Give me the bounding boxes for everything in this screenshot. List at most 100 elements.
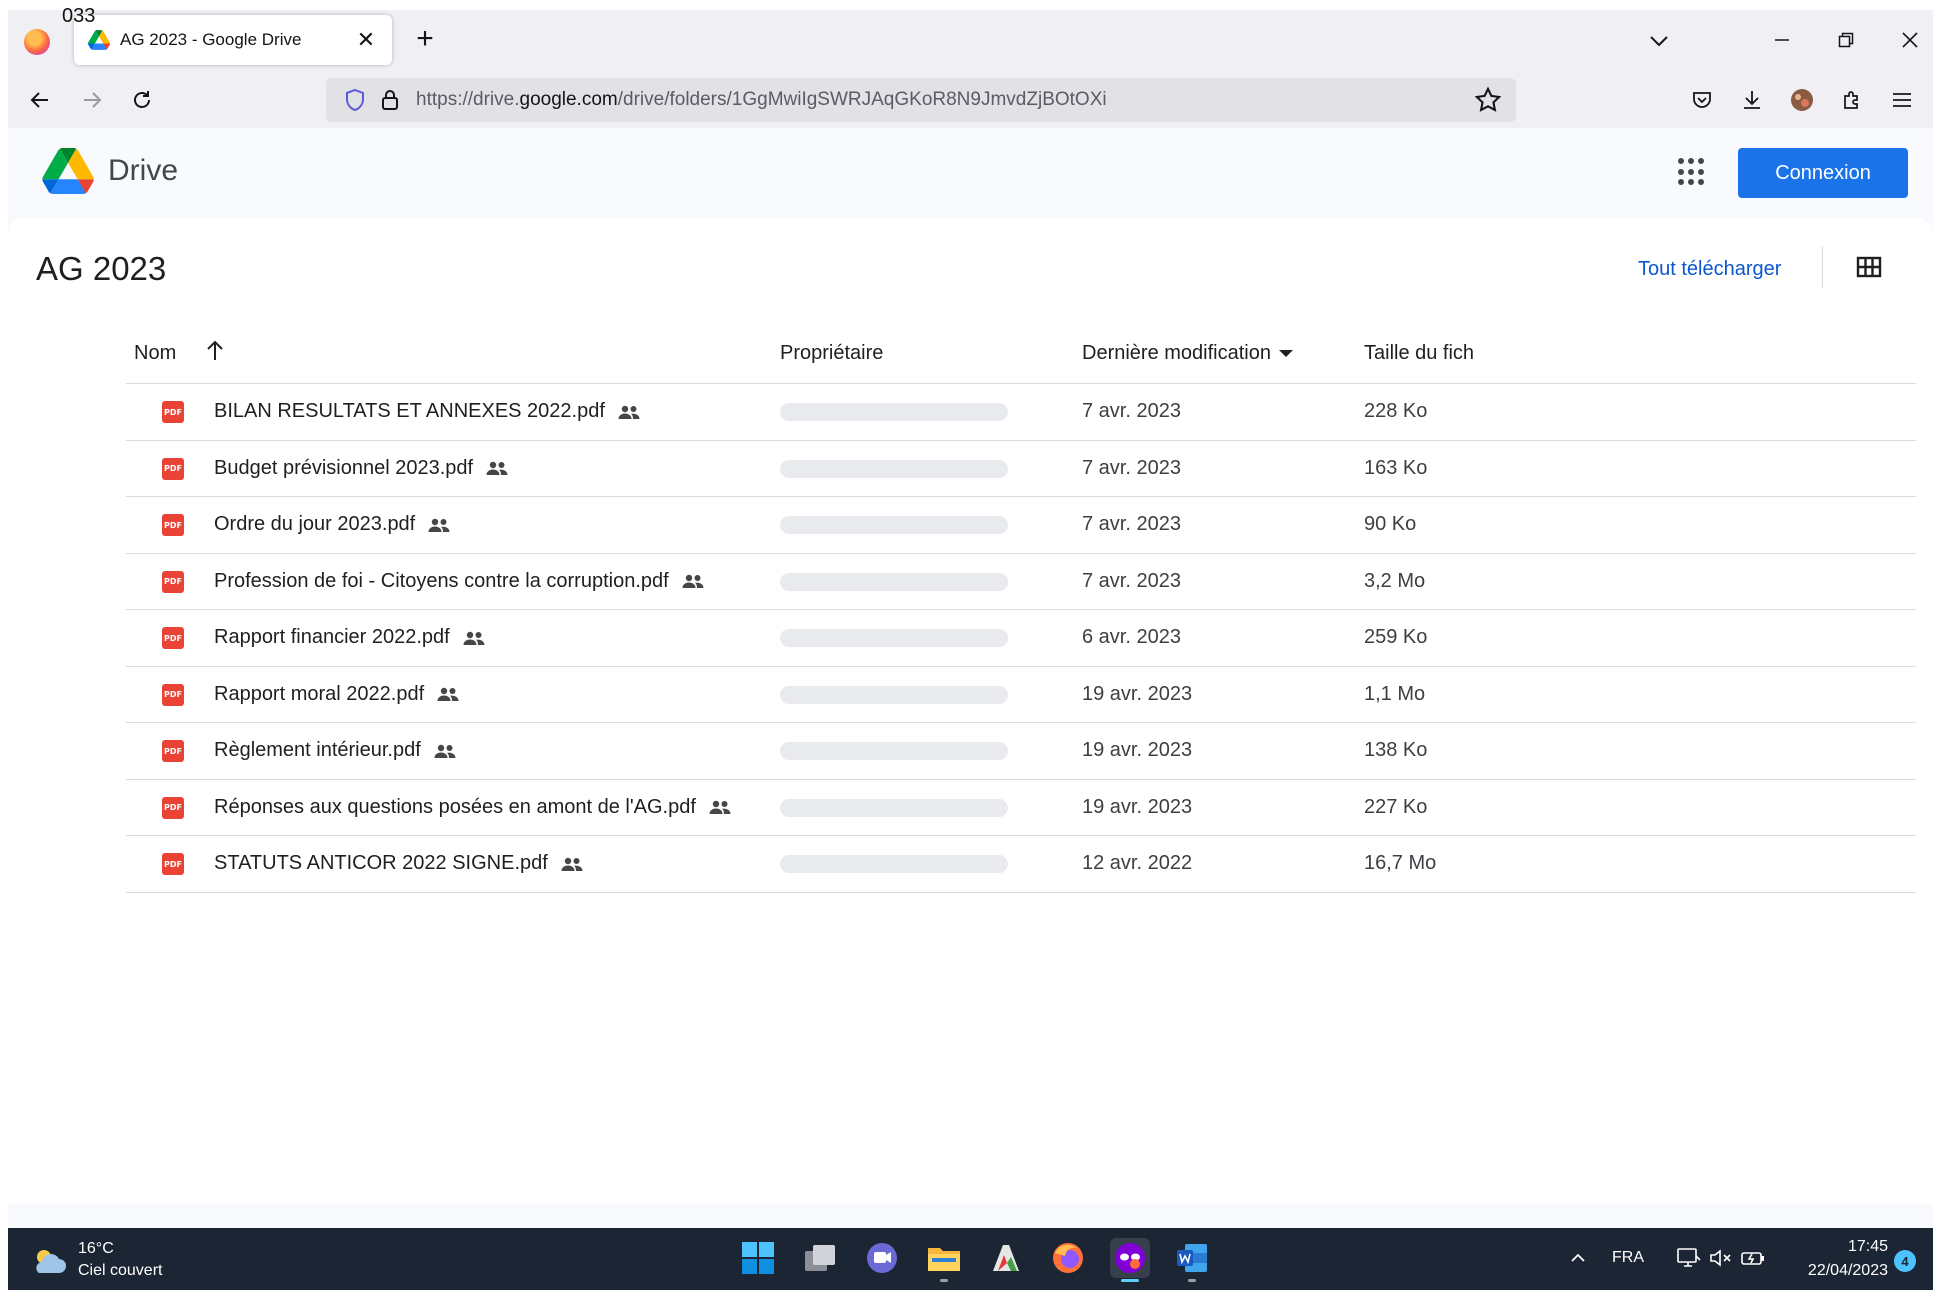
owner-placeholder — [780, 798, 1008, 817]
windows-taskbar: 16°C Ciel couvert FRA 17:45 22/04/2023 4 — [8, 1228, 1933, 1290]
column-header-owner[interactable]: Propriétaire — [780, 342, 883, 365]
file-row[interactable]: PDF Rapport financier 2022.pdf 6 avr. 20… — [126, 610, 1916, 667]
file-row[interactable]: PDF Règlement intérieur.pdf 19 avr. 2023… — [126, 723, 1916, 780]
network-icon[interactable] — [1676, 1246, 1702, 1270]
modified-date: 6 avr. 2023 — [1082, 626, 1181, 648]
column-header-size[interactable]: Taille du fich — [1364, 342, 1474, 365]
pocket-icon — [1693, 92, 1711, 108]
star-icon[interactable] — [1474, 86, 1502, 114]
navigation-bar: https://drive.google.com/drive/folders/1… — [8, 72, 1933, 128]
language-indicator[interactable]: FRA — [1612, 1249, 1644, 1267]
forward-button[interactable] — [72, 80, 112, 120]
owner-placeholder — [780, 572, 1008, 591]
downloads-button[interactable] — [1734, 82, 1770, 118]
account-button[interactable] — [1784, 82, 1820, 118]
file-row[interactable]: PDF Rapport moral 2022.pdf 19 avr. 2023 … — [126, 667, 1916, 723]
file-name-label: Réponses aux questions posées en amont d… — [214, 795, 696, 818]
word-button[interactable] — [1172, 1238, 1212, 1282]
reload-button[interactable] — [122, 80, 162, 120]
active-tab[interactable]: AG 2023 - Google Drive ✕ — [74, 15, 392, 65]
file-name[interactable]: Règlement intérieur.pdf — [214, 739, 457, 762]
owner-placeholder — [780, 629, 1008, 647]
back-button[interactable] — [20, 80, 60, 120]
start-icon — [742, 1242, 774, 1274]
file-row[interactable]: PDF STATUTS ANTICOR 2022 SIGNE.pdf 12 av… — [126, 836, 1916, 893]
battery-charging-icon[interactable] — [1740, 1246, 1766, 1270]
url-text[interactable]: https://drive.google.com/drive/folders/1… — [416, 89, 1474, 111]
teams-chat-button[interactable] — [862, 1238, 902, 1278]
file-row[interactable]: PDF BILAN RESULTATS ET ANNEXES 2022.pdf … — [126, 384, 1916, 441]
sort-arrow-up-icon[interactable] — [204, 338, 226, 364]
clock-time[interactable]: 17:45 — [1778, 1238, 1888, 1256]
chevron-down-icon[interactable] — [1644, 26, 1674, 56]
pdf-app-icon — [993, 1245, 1019, 1271]
restore-icon — [1838, 32, 1854, 48]
file-name[interactable]: Rapport financier 2022.pdf — [214, 626, 486, 649]
weather-description[interactable]: Ciel couvert — [78, 1262, 162, 1280]
close-tab-icon[interactable]: ✕ — [354, 27, 378, 53]
lock-icon[interactable] — [380, 88, 400, 112]
owner-placeholder — [780, 516, 1008, 534]
dropdown-caret-icon[interactable] — [1278, 350, 1293, 357]
task-view-button[interactable] — [800, 1238, 840, 1278]
shared-people-icon — [463, 631, 485, 645]
forward-arrow-icon — [84, 92, 102, 108]
weather-temperature[interactable]: 16°C — [78, 1240, 114, 1258]
tracking-protection-icon[interactable] — [344, 88, 366, 112]
private-browsing-button[interactable] — [1110, 1238, 1150, 1282]
owner-placeholder — [780, 685, 1008, 704]
pdf-app-button[interactable] — [986, 1238, 1026, 1278]
column-header-name[interactable]: Nom — [134, 342, 176, 365]
file-name[interactable]: Réponses aux questions posées en amont d… — [214, 796, 732, 819]
sign-in-button[interactable]: Connexion — [1738, 148, 1908, 198]
firefox-button[interactable] — [1048, 1238, 1088, 1278]
file-row[interactable]: PDF Réponses aux questions posées en amo… — [126, 780, 1916, 836]
file-name[interactable]: Profession de foi - Citoyens contre la c… — [214, 570, 705, 593]
drive-product-name[interactable]: Drive — [108, 154, 178, 188]
new-tab-button[interactable]: + — [408, 24, 442, 54]
modified-date: 7 avr. 2023 — [1082, 513, 1181, 535]
file-row[interactable]: PDF Profession de foi - Citoyens contre … — [126, 554, 1916, 610]
close-window-button[interactable] — [1888, 22, 1932, 58]
file-name[interactable]: Rapport moral 2022.pdf — [214, 683, 460, 706]
notification-badge[interactable]: 4 — [1894, 1250, 1916, 1272]
url-host: google.com — [519, 89, 618, 110]
firefox-logo-icon[interactable] — [24, 29, 50, 55]
speaker-muted-icon[interactable] — [1708, 1246, 1734, 1270]
google-apps-icon[interactable] — [1678, 158, 1706, 186]
modified-date: 7 avr. 2023 — [1082, 400, 1181, 422]
pdf-file-icon: PDF — [162, 401, 184, 423]
url-bar[interactable]: https://drive.google.com/drive/folders/1… — [326, 78, 1516, 122]
minimize-button[interactable] — [1760, 22, 1804, 58]
file-name-label: Profession de foi - Citoyens contre la c… — [214, 569, 669, 592]
cloudy-weather-icon[interactable] — [30, 1246, 68, 1276]
owner-placeholder — [780, 742, 1008, 760]
file-size: 259 Ko — [1364, 626, 1428, 648]
file-table: Nom Propriétaire Dernière modification T… — [126, 328, 1916, 893]
file-row[interactable]: PDF Budget prévisionnel 2023.pdf 7 avr. … — [126, 441, 1916, 497]
extensions-button[interactable] — [1834, 82, 1870, 118]
file-explorer-button[interactable] — [924, 1238, 964, 1282]
file-name[interactable]: BILAN RESULTATS ET ANNEXES 2022.pdf — [214, 400, 641, 423]
google-drive-logo-icon[interactable] — [42, 148, 94, 194]
file-row[interactable]: PDF Ordre du jour 2023.pdf 7 avr. 2023 9… — [126, 497, 1916, 554]
pocket-button[interactable] — [1684, 82, 1720, 118]
restore-button[interactable] — [1824, 22, 1868, 58]
firefox-icon — [1053, 1243, 1083, 1273]
app-menu-button[interactable] — [1884, 82, 1920, 118]
clock-date[interactable]: 22/04/2023 — [1778, 1262, 1888, 1280]
shared-people-icon — [434, 744, 456, 758]
column-header-modified[interactable]: Dernière modification — [1082, 342, 1293, 365]
start-button[interactable] — [738, 1238, 778, 1278]
tab-bar: AG 2023 - Google Drive ✕ + — [8, 10, 1933, 72]
teams-chat-icon — [867, 1243, 897, 1273]
file-name[interactable]: Ordre du jour 2023.pdf — [214, 513, 451, 536]
file-explorer-icon — [928, 1248, 960, 1271]
chevron-up-icon[interactable] — [1568, 1248, 1588, 1268]
file-name[interactable]: STATUTS ANTICOR 2022 SIGNE.pdf — [214, 852, 584, 875]
file-name-label: Budget prévisionnel 2023.pdf — [214, 456, 474, 479]
hamburger-icon — [1893, 93, 1911, 107]
grid-view-icon[interactable] — [1856, 256, 1882, 278]
download-all-button[interactable]: Tout télécharger — [1638, 258, 1781, 281]
file-name[interactable]: Budget prévisionnel 2023.pdf — [214, 457, 509, 480]
